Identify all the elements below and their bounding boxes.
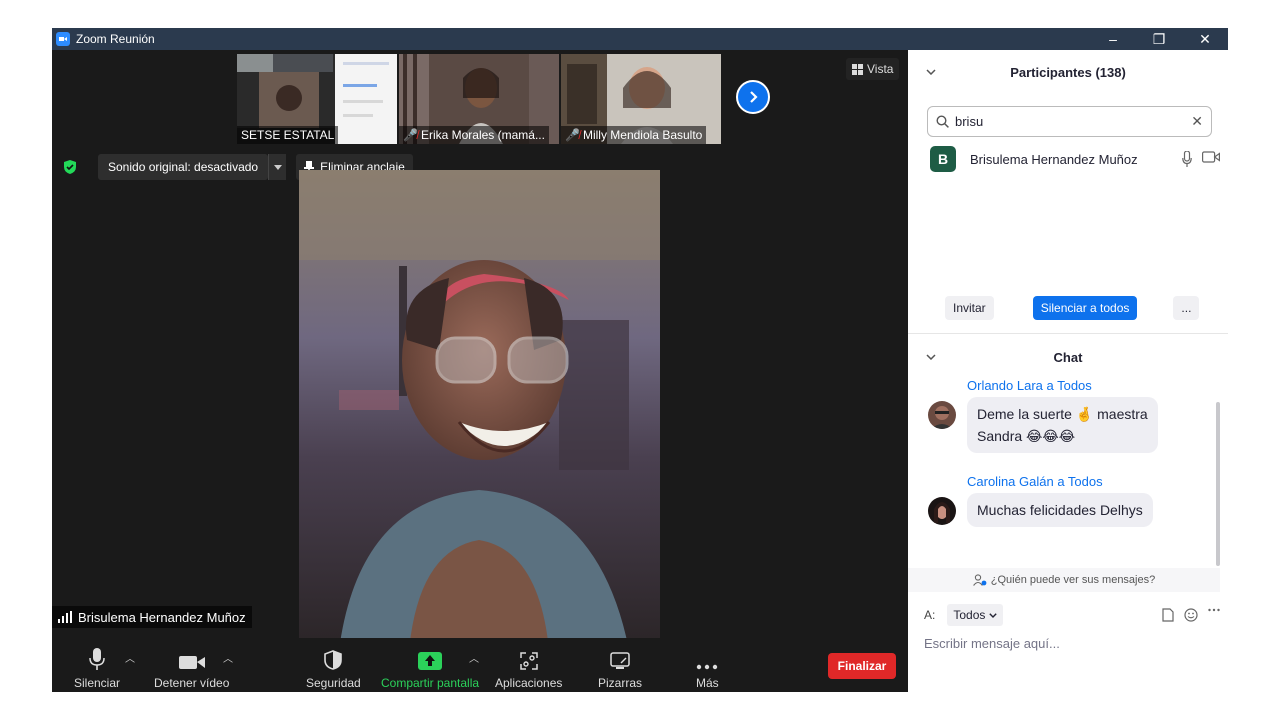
next-page-button[interactable] [736, 80, 770, 114]
file-icon[interactable] [1162, 608, 1174, 622]
signal-strength-icon [58, 611, 72, 623]
search-value: brisu [955, 114, 984, 129]
grid-icon [852, 63, 863, 75]
people-icon [972, 574, 987, 586]
thumbnail-setse[interactable]: SETSE ESTATAL [237, 54, 397, 144]
chat-scrollbar[interactable] [1216, 402, 1220, 566]
chat-message: Orlando Lara a Todos Deme la suerte 🤞 ma… [928, 378, 1218, 453]
collapse-participants-button[interactable] [926, 66, 936, 78]
microphone-icon [1182, 151, 1192, 167]
message-bubble: Muchas felicidades Delhys [967, 493, 1153, 527]
share-screen-icon [418, 652, 443, 670]
chat-title: Chat [1053, 349, 1083, 365]
chevron-down-icon [926, 69, 936, 76]
more-dots-icon[interactable] [1208, 608, 1220, 612]
emoji-icon[interactable] [1184, 608, 1198, 622]
microphone-icon [89, 648, 105, 670]
chat-header: Chat [908, 340, 1228, 374]
share-screen-button[interactable]: Compartir pantalla [381, 646, 479, 690]
mute-button[interactable]: Silenciar [74, 646, 120, 690]
speaker-name-label: Brisulema Hernandez Muñoz [52, 606, 252, 628]
stop-video-button[interactable]: Detener vídeo [154, 646, 229, 690]
chevron-right-icon [750, 91, 758, 103]
video-camera-icon [178, 656, 205, 669]
close-button[interactable]: ✕ [1182, 28, 1228, 50]
audio-options-caret[interactable]: ︿ [125, 650, 135, 665]
collapse-chat-button[interactable] [926, 351, 936, 363]
thumbnail-name: 🎤̸ Milly Mendiola Basulto [561, 126, 707, 144]
divider [908, 333, 1228, 334]
chat-message-input[interactable]: Escribir mensaje aquí... [924, 636, 1060, 651]
apps-button[interactable]: Aplicaciones [495, 646, 562, 690]
thumbnail-strip: SETSE ESTATAL 🎤̸ Erika Morales (mamá... [237, 54, 721, 144]
more-dots-icon [697, 664, 718, 670]
end-meeting-button[interactable]: Finalizar [828, 653, 896, 679]
chevron-down-icon [273, 164, 282, 170]
who-can-see-link[interactable]: ¿Quién puede ver sus mensajes? [908, 568, 1220, 592]
original-sound-button[interactable]: Sonido original: desactivado [98, 154, 269, 180]
share-options-caret[interactable]: ︿ [469, 650, 479, 665]
participants-title: Participantes (138) [1010, 64, 1126, 80]
participants-actions: Invitar Silenciar a todos ... [908, 296, 1228, 320]
thumbnail-name: SETSE ESTATAL [237, 126, 339, 144]
security-shield-icon [324, 650, 343, 670]
recipient-label: A: [924, 608, 936, 622]
mic-muted-icon: 🎤̸ [403, 128, 418, 142]
meeting-toolbar: Silenciar ︿ Detener vídeo ︿ Seguridad Co… [52, 638, 908, 692]
view-button[interactable]: Vista [846, 58, 900, 80]
restore-button[interactable]: ❐ [1136, 28, 1182, 50]
chevron-down-icon [989, 612, 998, 618]
window-title: Zoom Reunión [76, 32, 155, 46]
chat-message: Carolina Galán a Todos Muchas felicidade… [928, 474, 1218, 527]
title-bar: Zoom Reunión – ❐ ✕ [52, 28, 1228, 50]
video-stage: SETSE ESTATAL 🎤̸ Erika Morales (mamá... [52, 50, 908, 650]
side-panel: Participantes (138) brisu ✕ B Brisulema … [908, 50, 1228, 692]
main-speaker-video [299, 170, 660, 650]
whiteboards-button[interactable]: Pizarras [598, 646, 642, 690]
thumbnail-name: 🎤̸ Erika Morales (mamá... [399, 126, 549, 144]
mic-muted-icon: 🎤̸ [565, 128, 580, 142]
zoom-window: Zoom Reunión – ❐ ✕ SETSE ESTATAL 🎤̸ Erik… [52, 28, 1228, 692]
message-bubble: Deme la suerte 🤞 maestra Sandra 😂😂😂 [967, 397, 1158, 453]
apps-icon [519, 652, 538, 670]
search-icon [936, 115, 949, 128]
recipient-select[interactable]: Todos [947, 604, 1004, 626]
participants-header: Participantes (138) [908, 50, 1228, 94]
whiteboard-icon [610, 652, 630, 669]
more-button[interactable]: Más [696, 646, 719, 690]
avatar: B [930, 146, 956, 172]
recipient-row: A: Todos [924, 604, 1220, 626]
invite-button[interactable]: Invitar [945, 296, 994, 320]
clear-search-icon[interactable]: ✕ [1191, 113, 1203, 130]
mute-all-button[interactable]: Silenciar a todos [1032, 296, 1138, 320]
security-button[interactable]: Seguridad [306, 646, 361, 690]
participant-search-input[interactable]: brisu ✕ [927, 106, 1212, 137]
participant-name: Brisulema Hernandez Muñoz [970, 151, 1138, 167]
thumbnail-erika[interactable]: 🎤̸ Erika Morales (mamá... [399, 54, 559, 144]
video-options-caret[interactable]: ︿ [223, 650, 233, 665]
thumbnail-milly[interactable]: 🎤̸ Milly Mendiola Basulto [561, 54, 721, 144]
participants-more-button[interactable]: ... [1173, 296, 1200, 320]
participant-row[interactable]: B Brisulema Hernandez Muñoz [930, 146, 1220, 172]
encryption-shield-icon[interactable] [62, 159, 78, 175]
zoom-logo-icon [56, 32, 70, 46]
message-sender[interactable]: Carolina Galán a Todos [967, 474, 1218, 489]
minimize-button[interactable]: – [1090, 28, 1136, 50]
video-camera-icon [1202, 151, 1220, 163]
message-sender[interactable]: Orlando Lara a Todos [967, 378, 1218, 393]
original-sound-dropdown[interactable] [268, 154, 287, 180]
avatar [928, 401, 956, 429]
avatar [928, 497, 956, 525]
chevron-down-icon [926, 354, 936, 361]
